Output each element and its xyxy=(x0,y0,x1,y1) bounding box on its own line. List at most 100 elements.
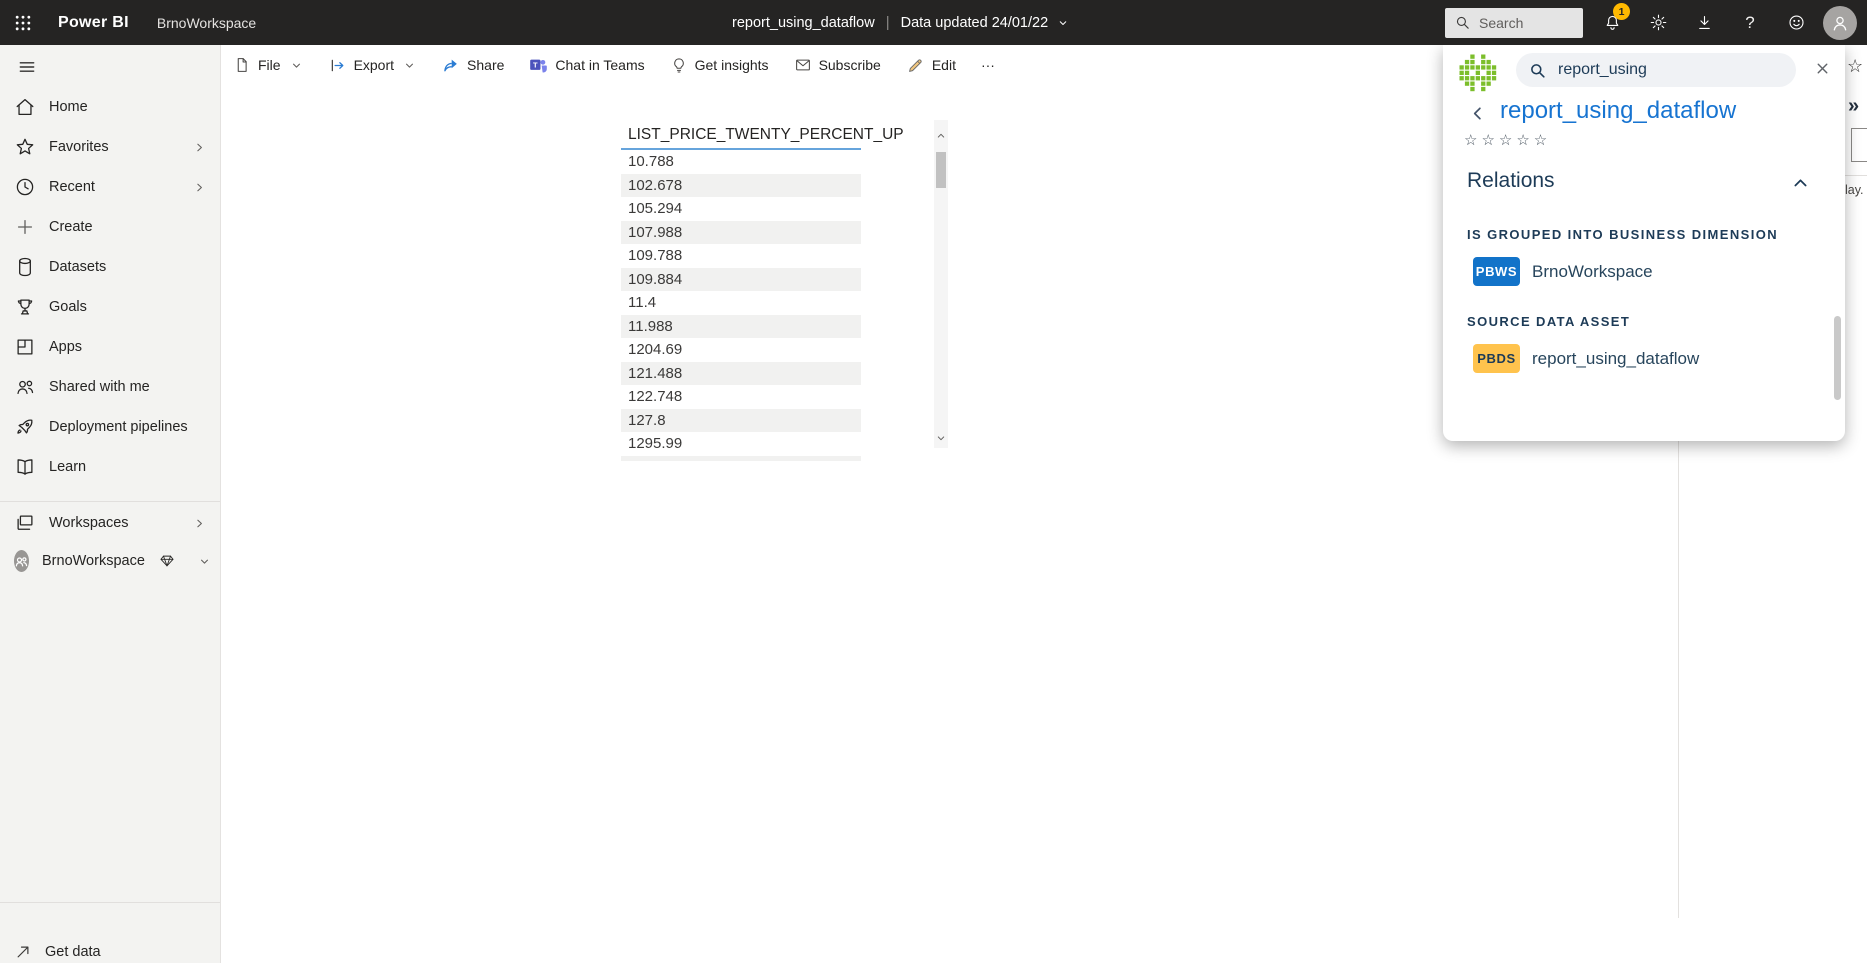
relation-item-label[interactable]: report_using_dataflow xyxy=(1532,349,1699,369)
arrow-up-right-icon xyxy=(14,943,32,961)
rating-stars[interactable]: ☆☆☆☆☆ xyxy=(1464,131,1551,149)
toolbar-item-get-insights[interactable]: Get insights xyxy=(670,56,769,74)
toolbar-item-subscribe[interactable]: Subscribe xyxy=(794,56,881,74)
toolbar-item-share[interactable]: Share xyxy=(441,56,504,75)
toolbar-item-[interactable]: ··· xyxy=(981,57,995,73)
table-row: 102.678 xyxy=(621,174,861,198)
panel-scrollbar-thumb[interactable] xyxy=(1834,316,1841,400)
table-row: 109.884 xyxy=(621,268,861,292)
asset-type-badge: PBWS xyxy=(1473,257,1520,286)
chevron-down-icon[interactable] xyxy=(198,555,211,568)
sidebar-item-favorites[interactable]: Favorites xyxy=(0,127,220,167)
sidebar-item-home[interactable]: Home xyxy=(0,87,220,127)
table-row: 1295.99 xyxy=(621,432,861,456)
sidebar-item-current-workspace[interactable]: BrnoWorkspace xyxy=(0,541,220,581)
sidebar-item-create[interactable]: Create xyxy=(0,207,220,247)
back-chevron-icon[interactable] xyxy=(1468,104,1487,123)
settings-button[interactable] xyxy=(1635,0,1681,45)
top-app-bar: Power BI BrnoWorkspace report_using_data… xyxy=(0,0,1867,45)
database-icon xyxy=(14,256,36,278)
sidebar-item-deployment-pipelines[interactable]: Deployment pipelines xyxy=(0,407,220,447)
relation-group-heading: IS GROUPED INTO BUSINESS DIMENSION xyxy=(1467,227,1778,242)
sidebar-item-learn[interactable]: Learn xyxy=(0,447,220,487)
scrollbar-thumb[interactable] xyxy=(936,152,946,188)
toolbar-item-chat-in-teams[interactable]: TChat in Teams xyxy=(529,56,644,75)
pencil-icon xyxy=(906,56,925,75)
filter-pane-border xyxy=(1678,441,1679,918)
relation-item[interactable]: PBWS BrnoWorkspace xyxy=(1473,257,1653,286)
people-icon xyxy=(14,376,36,398)
report-title: report_using_dataflow xyxy=(732,15,875,31)
collapse-section-icon[interactable] xyxy=(1791,174,1810,193)
table-row: 122.748 xyxy=(621,385,861,409)
workspace-avatar xyxy=(14,550,29,572)
scroll-up-icon[interactable] xyxy=(934,129,948,143)
person-icon xyxy=(1829,12,1851,34)
clock-icon xyxy=(14,176,36,198)
teams-icon: T xyxy=(529,56,548,75)
global-search-input[interactable]: Search xyxy=(1445,8,1583,38)
asset-title-link[interactable]: report_using_dataflow xyxy=(1500,97,1736,125)
envelope-icon xyxy=(794,56,812,74)
toolbar-item-edit[interactable]: Edit xyxy=(906,56,956,75)
workspaces-icon xyxy=(14,512,36,534)
premium-diamond-icon xyxy=(158,552,176,570)
hamburger-menu-icon[interactable] xyxy=(13,54,41,80)
book-icon xyxy=(14,456,36,478)
asset-type-badge: PBDS xyxy=(1473,344,1520,373)
waffle-menu-icon[interactable] xyxy=(0,0,46,45)
search-icon xyxy=(1528,61,1547,80)
notifications-button[interactable]: 1 xyxy=(1589,0,1635,45)
sidebar-item-goals[interactable]: Goals xyxy=(0,287,220,327)
table-vertical-scrollbar[interactable] xyxy=(934,120,948,448)
chevron-down-icon xyxy=(290,59,303,72)
table-row: 127.8 xyxy=(621,409,861,433)
feedback-button[interactable] xyxy=(1773,0,1819,45)
close-icon[interactable] xyxy=(1814,60,1831,77)
scroll-down-icon[interactable] xyxy=(934,431,948,445)
help-button[interactable]: ? xyxy=(1727,0,1773,45)
table-row: 1204.69 xyxy=(621,338,861,362)
file-icon xyxy=(233,56,251,74)
relations-section-title: Relations xyxy=(1467,169,1555,193)
table-row: 109.788 xyxy=(621,244,861,268)
catalog-search-field[interactable] xyxy=(1516,53,1796,87)
topbar-workspace-name[interactable]: BrnoWorkspace xyxy=(157,15,256,31)
star-icon xyxy=(14,136,36,158)
chevron-right-icon xyxy=(193,181,206,194)
relation-item[interactable]: PBDS report_using_dataflow xyxy=(1473,344,1699,373)
sidebar-divider xyxy=(0,501,220,502)
filter-pane-search-corner xyxy=(1851,128,1867,162)
catalog-search-input[interactable] xyxy=(1556,60,1760,80)
help-icon: ? xyxy=(1745,13,1754,33)
table-row: 121.488 xyxy=(621,362,861,386)
search-placeholder: Search xyxy=(1479,15,1523,31)
toolbar-item-file[interactable]: File xyxy=(233,56,303,74)
sidebar-item-get-data[interactable]: Get data xyxy=(0,932,220,963)
collapse-pane-chevrons-icon[interactable]: » xyxy=(1848,95,1859,118)
toolbar-item-export[interactable]: Export xyxy=(328,56,416,75)
favorite-report-star-icon[interactable]: ☆ xyxy=(1847,56,1863,77)
sidebar-divider xyxy=(0,902,220,903)
account-avatar[interactable] xyxy=(1823,6,1857,40)
bulb-icon xyxy=(670,56,688,74)
chevron-down-icon[interactable] xyxy=(1057,17,1069,29)
sidebar-item-apps[interactable]: Apps xyxy=(0,327,220,367)
download-button[interactable] xyxy=(1681,0,1727,45)
table-column-header[interactable]: LIST_PRICE_TWENTY_PERCENT_UP xyxy=(621,121,861,150)
catalog-logo-icon xyxy=(1459,54,1497,92)
apps-icon xyxy=(14,336,36,358)
table-row: 11.988 xyxy=(621,315,861,339)
nav-sidebar: HomeFavoritesRecentCreateDatasetsGoalsAp… xyxy=(0,45,221,963)
chevron-down-icon xyxy=(403,59,416,72)
sidebar-item-datasets[interactable]: Datasets xyxy=(0,247,220,287)
sidebar-item-recent[interactable]: Recent xyxy=(0,167,220,207)
sidebar-item-workspaces[interactable]: Workspaces xyxy=(0,503,220,543)
relation-item-label[interactable]: BrnoWorkspace xyxy=(1532,262,1653,282)
sidebar-item-shared-with-me[interactable]: Shared with me xyxy=(0,367,220,407)
table-row: 11.4 xyxy=(621,291,861,315)
data-updated-label[interactable]: Data updated 24/01/22 xyxy=(901,15,1049,31)
gear-icon xyxy=(1649,13,1668,32)
filter-pane-divider xyxy=(1845,175,1867,176)
table-row: 107.988 xyxy=(621,221,861,245)
